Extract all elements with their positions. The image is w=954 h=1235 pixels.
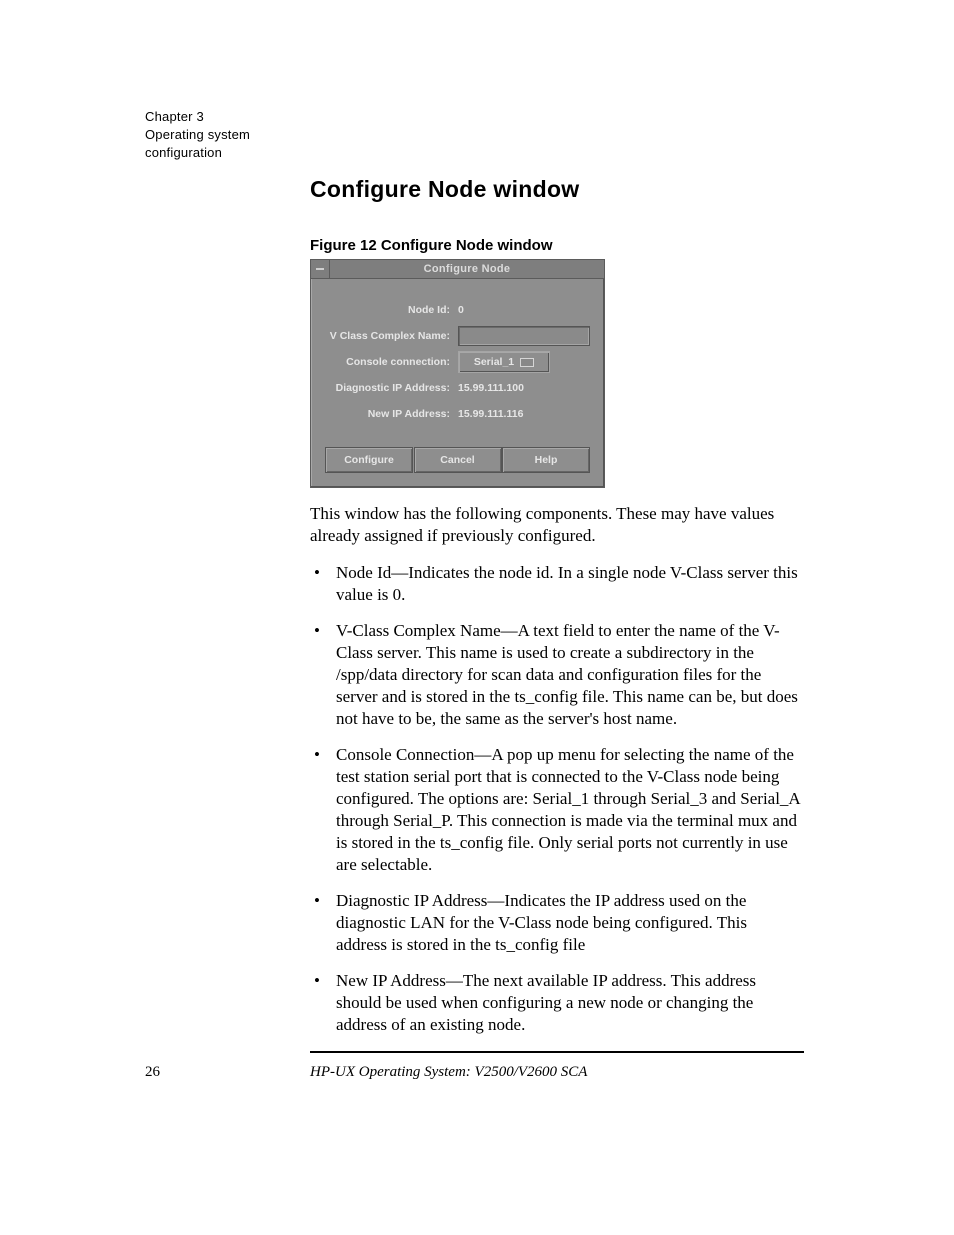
- bullet-list: Node Id—Indicates the node id. In a sing…: [310, 562, 802, 1050]
- body-paragraph: This window has the following components…: [310, 503, 802, 547]
- console-connection-label: Console connection:: [325, 356, 458, 368]
- configure-button[interactable]: Configure: [325, 447, 413, 473]
- dialog-titlebar: Configure Node: [311, 260, 604, 279]
- complex-name-input[interactable]: [458, 326, 590, 346]
- row-console-connection: Console connection: Serial_1: [325, 349, 590, 375]
- page-number: 26: [145, 1064, 160, 1081]
- chapter-marker-line: Chapter 3: [145, 108, 250, 126]
- dropdown-indicator-icon: [520, 358, 534, 367]
- diagnostic-ip-value: 15.99.111.100: [458, 382, 590, 394]
- new-ip-label: New IP Address:: [325, 408, 458, 420]
- help-button[interactable]: Help: [502, 447, 590, 473]
- chapter-marker: Chapter 3 Operating system configuration: [145, 108, 250, 162]
- list-item: V-Class Complex Name—A text field to ent…: [310, 620, 802, 730]
- list-item: New IP Address—The next available IP add…: [310, 970, 802, 1036]
- row-new-ip: New IP Address: 15.99.111.116: [325, 401, 590, 427]
- new-ip-value: 15.99.111.116: [458, 408, 590, 420]
- node-id-value: 0: [458, 304, 590, 316]
- diagnostic-ip-label: Diagnostic IP Address:: [325, 382, 458, 394]
- chapter-marker-line: configuration: [145, 144, 250, 162]
- configure-node-dialog: Configure Node Node Id: 0 V Class Comple…: [310, 259, 605, 488]
- row-diagnostic-ip: Diagnostic IP Address: 15.99.111.100: [325, 375, 590, 401]
- dialog-body: Node Id: 0 V Class Complex Name: Console…: [311, 279, 604, 437]
- book-title: HP-UX Operating System: V2500/V2600 SCA: [310, 1064, 587, 1081]
- list-item: Console Connection—A pop up menu for sel…: [310, 744, 802, 876]
- page-root: Chapter 3 Operating system configuration…: [0, 0, 954, 1235]
- footer-rule: [310, 1051, 804, 1053]
- row-node-id: Node Id: 0: [325, 297, 590, 323]
- chapter-marker-line: Operating system: [145, 126, 250, 144]
- console-connection-dropdown[interactable]: Serial_1: [458, 351, 550, 373]
- dialog-title: Configure Node: [330, 263, 604, 275]
- list-item: Node Id—Indicates the node id. In a sing…: [310, 562, 802, 606]
- console-connection-value: Serial_1: [474, 356, 514, 368]
- row-complex-name: V Class Complex Name:: [325, 323, 590, 349]
- window-menu-icon[interactable]: [311, 260, 330, 278]
- dialog-button-row: Configure Cancel Help: [311, 437, 604, 487]
- section-heading: Configure Node window: [310, 176, 580, 203]
- figure-caption: Figure 12 Configure Node window: [310, 237, 553, 254]
- complex-name-label: V Class Complex Name:: [325, 330, 458, 342]
- node-id-label: Node Id:: [325, 304, 458, 316]
- list-item: Diagnostic IP Address—Indicates the IP a…: [310, 890, 802, 956]
- cancel-button[interactable]: Cancel: [414, 447, 502, 473]
